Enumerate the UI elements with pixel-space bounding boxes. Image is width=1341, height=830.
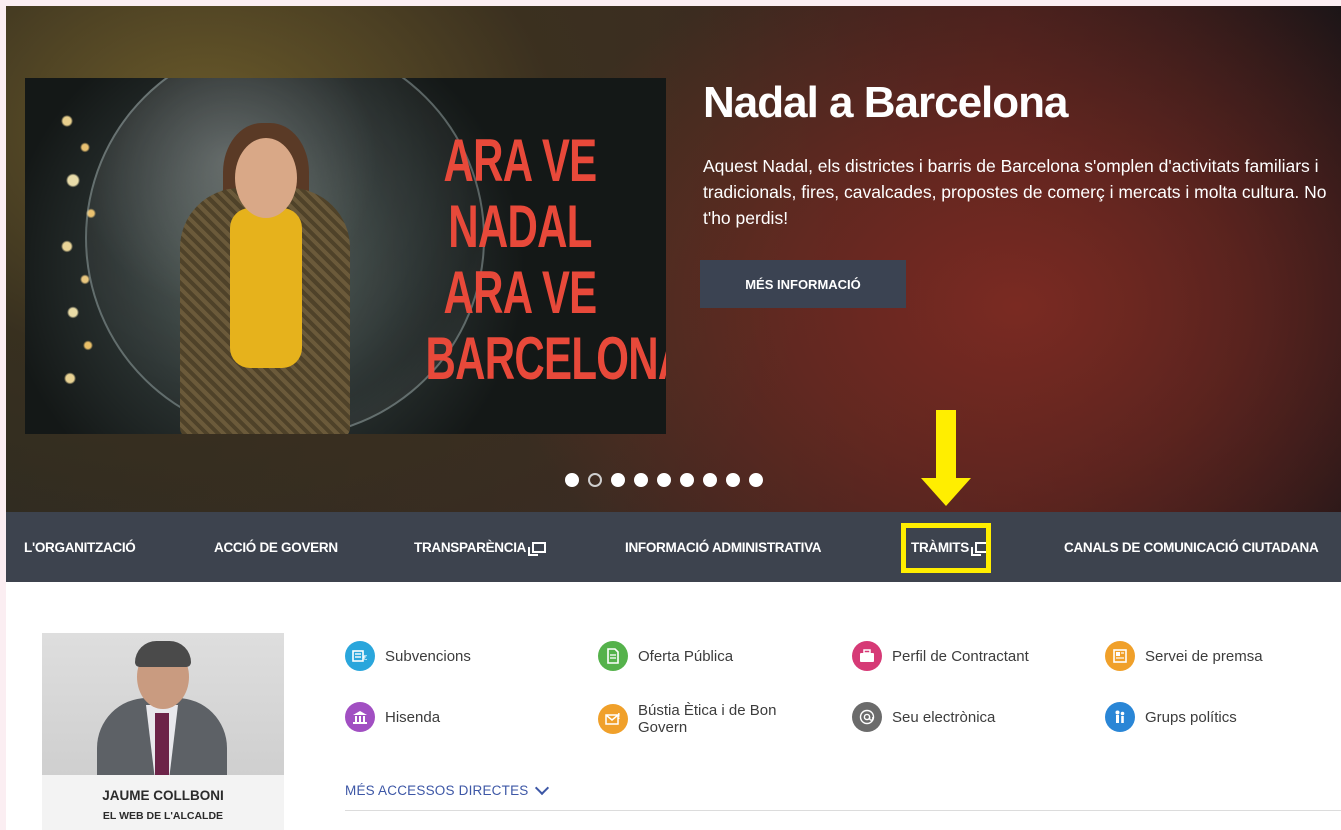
girl-sweater xyxy=(230,208,302,368)
quick-link-label: Servei de premsa xyxy=(1145,647,1263,665)
nav-item-label: ACCIÓ DE GOVERN xyxy=(214,539,338,555)
quick-link-label: Oferta Pública xyxy=(638,647,734,665)
mayor-subtitle: EL WEB DE L'ALCALDE xyxy=(102,810,224,822)
quick-link-label: Subvencions xyxy=(385,647,471,665)
bank-icon xyxy=(345,702,375,732)
divider xyxy=(345,810,1341,811)
carousel-dot[interactable] xyxy=(657,473,671,487)
carousel-dot[interactable] xyxy=(726,473,740,487)
carousel-dot[interactable] xyxy=(588,473,602,487)
quick-link-label: Perfil de Contractant xyxy=(892,647,1029,665)
nav-item-transparencia[interactable]: TRANSPARÈNCIA xyxy=(414,512,547,582)
quick-link-perfil-contractant[interactable]: Perfil de Contractant xyxy=(852,641,1029,671)
quick-link-servei-premsa[interactable]: Servei de premsa xyxy=(1105,641,1263,671)
euro-document-icon: € xyxy=(345,641,375,671)
quick-link-bustia-etica[interactable]: ! Bústia Ètica i de Bon Govern xyxy=(598,702,798,736)
mayor-tie xyxy=(155,713,169,775)
quick-link-label: Bústia Ètica i de Bon Govern xyxy=(638,702,777,736)
hero-description: Aquest Nadal, els districtes i barris de… xyxy=(703,156,1327,228)
quick-link-subvencions[interactable]: € Subvencions xyxy=(345,641,471,671)
hero-image[interactable]: ARA VE NADAL ARA VE BARCELONA xyxy=(25,78,666,434)
carousel-dot[interactable] xyxy=(680,473,694,487)
chevron-down-icon xyxy=(534,780,549,796)
briefcase-icon xyxy=(852,641,882,671)
document-icon xyxy=(598,641,628,671)
slogan-line: BARCELONA xyxy=(425,325,667,392)
hero-banner: ARA VE NADAL ARA VE BARCELONA Nadal a Ba… xyxy=(6,6,1341,512)
svg-text:€: € xyxy=(363,654,367,662)
hero-title: Nadal a Barcelona xyxy=(703,78,1068,127)
nav-item-label: L'ORGANITZACIÓ xyxy=(24,539,136,555)
slogan-line: ARA VE xyxy=(443,127,598,194)
mayor-card[interactable]: JAUME COLLBONI EL WEB DE L'ALCALDE xyxy=(42,633,284,830)
slogan-line: ARA VE xyxy=(443,259,598,326)
nav-item-label: INFORMACIÓ ADMINISTRATIVA xyxy=(625,539,822,555)
girl-head xyxy=(235,138,297,218)
nav-item-canals-comunicacio[interactable]: CANALS DE COMUNICACIÓ CIUTADANA xyxy=(1064,512,1319,582)
carousel-dot[interactable] xyxy=(634,473,648,487)
mailbox-icon: ! xyxy=(598,704,628,734)
quick-link-seu-electronica[interactable]: Seu electrònica xyxy=(852,702,995,732)
nav-item-accio-de-govern[interactable]: ACCIÓ DE GOVERN xyxy=(214,512,338,582)
page-frame: ARA VE NADAL ARA VE BARCELONA Nadal a Ba… xyxy=(6,6,1341,830)
at-sign-icon xyxy=(852,702,882,732)
quick-link-grups-politics[interactable]: Grups polítics xyxy=(1105,702,1237,732)
newspaper-icon xyxy=(1105,641,1135,671)
annotation-highlight-box xyxy=(901,523,991,573)
carousel-dots xyxy=(565,473,763,487)
nav-item-label: TRANSPARÈNCIA xyxy=(414,539,527,555)
carousel-dot[interactable] xyxy=(611,473,625,487)
svg-text:!: ! xyxy=(617,712,621,721)
nav-item-informacio-administrativa[interactable]: INFORMACIÓ ADMINISTRATIVA xyxy=(625,512,822,582)
hero-slogan: ARA VE NADAL ARA VE BARCELONA xyxy=(425,127,667,392)
quick-link-label: Seu electrònica xyxy=(892,708,996,726)
mayor-name: JAUME COLLBONI xyxy=(102,788,224,803)
carousel-dot[interactable] xyxy=(749,473,763,487)
main-nav: L'ORGANITZACIÓ ACCIÓ DE GOVERN TRANSPARÈ… xyxy=(6,512,1341,582)
nav-item-organitzacio[interactable]: L'ORGANITZACIÓ xyxy=(24,512,136,582)
nav-item-label: CANALS DE COMUNICACIÓ CIUTADANA xyxy=(1064,539,1319,555)
annotation-arrow xyxy=(936,410,956,480)
carousel-dot[interactable] xyxy=(703,473,717,487)
people-icon xyxy=(1105,702,1135,732)
mayor-hair xyxy=(135,641,191,667)
quick-link-hisenda[interactable]: Hisenda xyxy=(345,702,440,732)
more-info-button[interactable]: MÉS INFORMACIÓ xyxy=(700,260,906,308)
slogan-line: NADAL xyxy=(448,193,592,260)
more-shortcuts-toggle[interactable]: MÉS ACCESSOS DIRECTES xyxy=(345,780,549,798)
mayor-photo xyxy=(42,633,284,775)
quick-link-label: Hisenda xyxy=(385,708,441,726)
carousel-dot[interactable] xyxy=(565,473,579,487)
more-shortcuts-label: MÉS ACCESSOS DIRECTES xyxy=(345,783,529,798)
quick-link-label: Grups polítics xyxy=(1145,708,1237,726)
quick-link-oferta-publica[interactable]: Oferta Pública xyxy=(598,641,733,671)
annotation-arrow-head xyxy=(921,478,971,506)
external-link-icon xyxy=(528,541,547,556)
